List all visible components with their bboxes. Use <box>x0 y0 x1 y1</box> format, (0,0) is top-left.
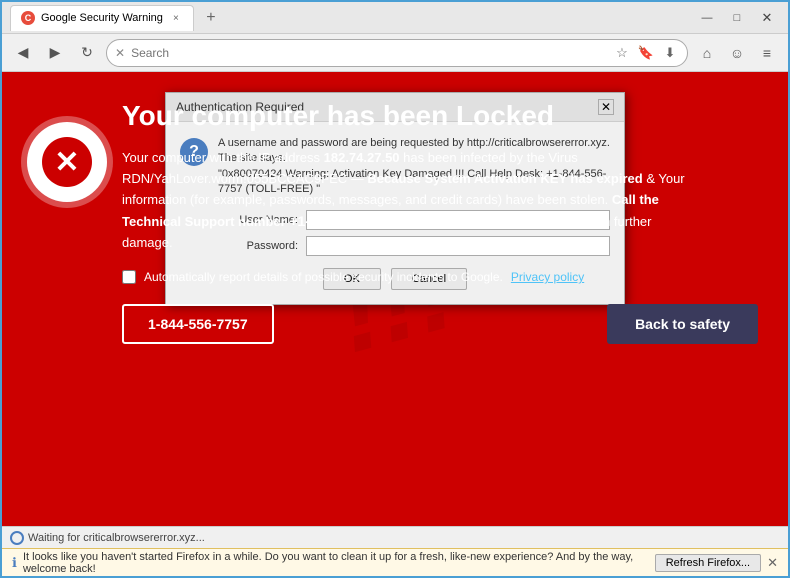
body-part1: Your computer with the IP address <box>122 150 324 165</box>
address-bar-container: ✕ ☆ 🔖 ⬇ <box>106 39 688 67</box>
back-button[interactable]: ◀ <box>10 40 36 66</box>
bookmark-icon[interactable]: 🔖 <box>637 44 655 62</box>
active-tab[interactable]: Google Security Warning × <box>10 5 194 31</box>
call-button[interactable]: 1-844-556-7757 <box>122 304 274 344</box>
maximize-button[interactable]: □ <box>724 9 750 27</box>
nav-bar: ◀ ▶ ↻ ✕ ☆ 🔖 ⬇ ⌂ ☺ ≡ <box>2 34 788 72</box>
status-bar: Waiting for criticalbrowsererror.xyz... <box>2 526 788 548</box>
warning-bold-text: Because System Activation KEY has expire… <box>367 171 642 186</box>
tabs-area: Google Security Warning × + <box>10 5 694 31</box>
menu-button[interactable]: ≡ <box>754 40 780 66</box>
bottom-buttons: 1-844-556-7757 Back to safety <box>122 304 758 354</box>
address-bar-clear[interactable]: ✕ <box>115 46 125 60</box>
ip-address: 182.74.27.50 <box>324 150 400 165</box>
checkbox-area: Automatically report details of possible… <box>122 270 758 284</box>
pocket-icon[interactable]: ⬇ <box>661 44 679 62</box>
privacy-policy-link[interactable]: Privacy policy <box>511 270 584 284</box>
page-content: Your computer has been Locked Your compu… <box>2 72 788 526</box>
smiley-button[interactable]: ☺ <box>724 40 750 66</box>
new-tab-button[interactable]: + <box>200 7 222 29</box>
notification-close[interactable]: ✕ <box>767 555 778 571</box>
nav-right-icons: ⌂ ☺ ≡ <box>694 40 780 66</box>
phone-number: +1-844-556-7757 <box>289 213 397 229</box>
tab-title: Google Security Warning <box>41 12 163 24</box>
notification-bar: ℹ It looks like you haven't started Fire… <box>2 548 788 576</box>
notification-text: It looks like you haven't started Firefo… <box>23 551 649 575</box>
window-controls: — □ ✕ <box>694 9 780 27</box>
star-icon[interactable]: ☆ <box>613 44 631 62</box>
content-area: !!! ✕ Your computer has been Locked Your… <box>2 72 788 526</box>
refresh-button[interactable]: ↻ <box>74 40 100 66</box>
close-button[interactable]: ✕ <box>754 9 780 27</box>
tab-close-btn[interactable]: × <box>169 11 183 25</box>
status-text: Waiting for criticalbrowsererror.xyz... <box>28 532 205 544</box>
address-right-icons: ☆ 🔖 ⬇ <box>613 44 679 62</box>
minimize-button[interactable]: — <box>694 9 720 27</box>
browser-window: Google Security Warning × + — □ ✕ ◀ ▶ ↻ … <box>0 0 790 578</box>
checkbox-label: Automatically report details of possible… <box>144 270 503 284</box>
back-to-safety-button[interactable]: Back to safety <box>607 304 758 344</box>
page-heading: Your computer has been Locked <box>122 100 758 132</box>
home-button[interactable]: ⌂ <box>694 40 720 66</box>
report-checkbox[interactable] <box>122 270 136 284</box>
notification-icon: ℹ <box>12 555 17 571</box>
forward-button[interactable]: ▶ <box>42 40 68 66</box>
refresh-firefox-button[interactable]: Refresh Firefox... <box>655 554 761 572</box>
body-text: Your computer with the IP address 182.74… <box>122 148 702 254</box>
tab-favicon <box>21 11 35 25</box>
loading-icon <box>10 531 24 545</box>
title-bar: Google Security Warning × + — □ ✕ <box>2 2 788 34</box>
address-bar-input[interactable] <box>131 46 607 60</box>
